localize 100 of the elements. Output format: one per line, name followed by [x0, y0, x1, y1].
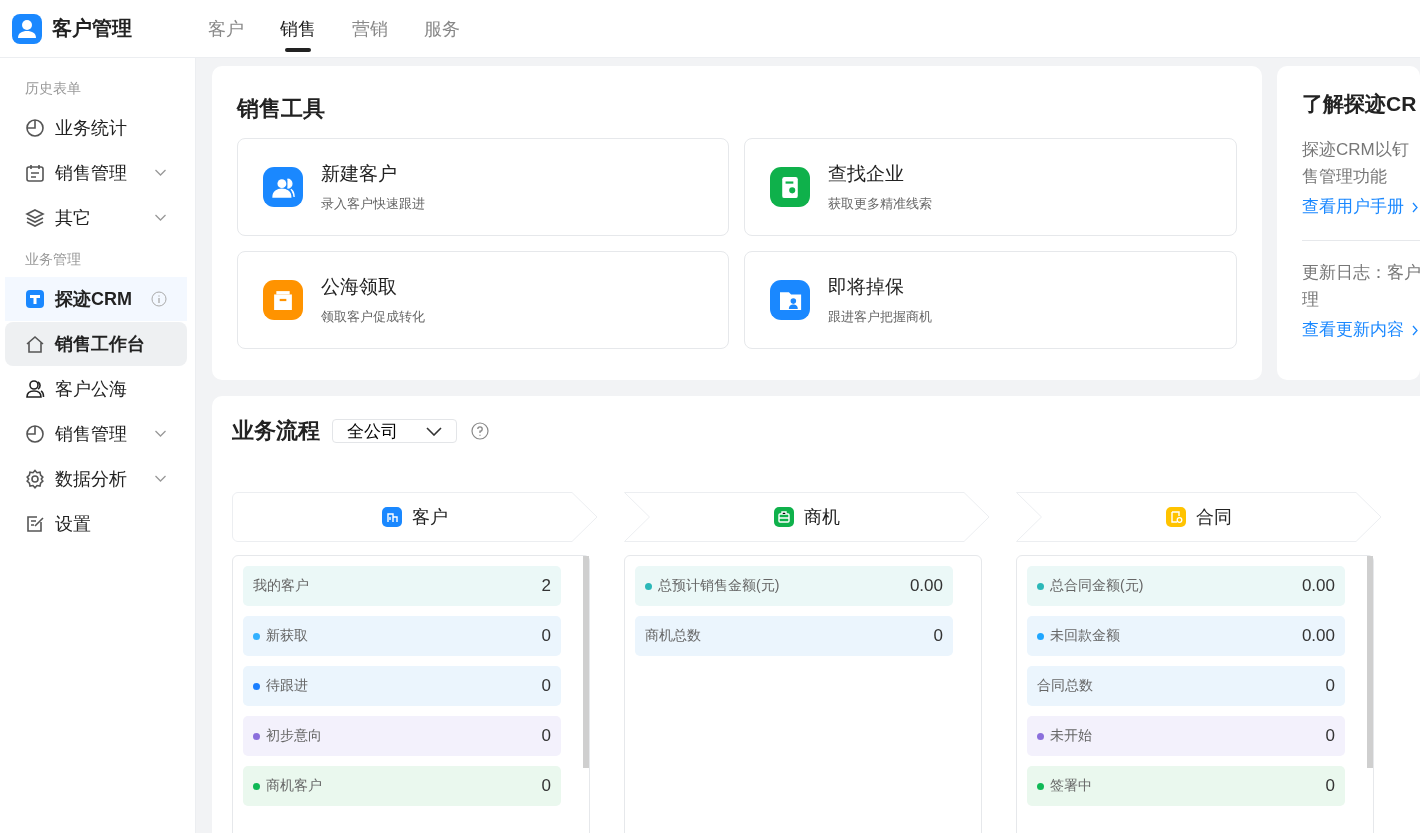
stage-name: 商机: [804, 506, 840, 529]
metric-label: 待跟进: [266, 677, 309, 695]
item-label: 销售管理: [55, 162, 128, 185]
tool-subtitle: 录入客户快速跟进: [321, 195, 425, 213]
pie-chart-icon: [25, 424, 45, 444]
sidebar-item[interactable]: 销售管理: [5, 151, 187, 195]
metric-row[interactable]: 未开始 0: [1027, 716, 1345, 756]
metric-label: 总合同金额(元): [1050, 577, 1145, 595]
sidebar-item[interactable]: 客户公海: [5, 367, 187, 411]
app-logo-icon: [12, 13, 42, 44]
nav-tab[interactable]: 营销: [352, 0, 388, 58]
briefcase-icon: [774, 507, 794, 527]
metric-row[interactable]: 待跟进 0: [243, 666, 561, 706]
metric-row[interactable]: 签署中 0: [1027, 766, 1345, 806]
tool-card[interactable]: 查找企业 获取更多精准线索: [744, 138, 1237, 236]
building-icon: [382, 507, 402, 527]
chevron-right-icon: [1412, 201, 1418, 213]
metric-row[interactable]: 合同总数 0: [1027, 666, 1345, 706]
manual-link[interactable]: 查看用户手册: [1302, 194, 1418, 220]
sidebar-item[interactable]: 探迹CRM: [5, 277, 187, 321]
folder-icon: [263, 280, 303, 320]
metric-label: 商机客户: [266, 777, 323, 795]
chevron-down-icon: [426, 426, 442, 436]
stage-name: 客户: [412, 506, 448, 529]
card-title: 了解探迹CR: [1302, 91, 1418, 117]
metric-value: 0: [1325, 776, 1335, 796]
folder-user-icon: [770, 280, 810, 320]
metric-value: 0.00: [1301, 626, 1335, 646]
chevron-down-icon[interactable]: [154, 475, 167, 483]
pie-chart-icon: [25, 118, 45, 138]
chevron-down-icon[interactable]: [154, 214, 167, 222]
home-icon: [25, 334, 45, 354]
item-label: 客户公海: [55, 378, 128, 401]
description-text: 探迹CRM以钉: [1302, 139, 1410, 161]
metric-row[interactable]: 新获取 0: [243, 616, 561, 656]
metric-value: 0: [1325, 726, 1335, 746]
metric-row[interactable]: 商机客户 0: [243, 766, 561, 806]
sidebar-item[interactable]: 数据分析: [5, 457, 187, 501]
stage-header[interactable]: 合同: [1016, 492, 1382, 542]
nav-tab[interactable]: 客户: [208, 0, 244, 58]
item-label: 探迹CRM: [55, 288, 133, 311]
chevron-right-icon: [1412, 324, 1418, 336]
metric-label: 合同总数: [1037, 677, 1094, 695]
sidebar-item[interactable]: 销售管理: [5, 412, 187, 456]
metric-row[interactable]: 总合同金额(元) 0.00: [1027, 566, 1345, 606]
metric-row[interactable]: 未回款金额 0.00: [1027, 616, 1345, 656]
tool-subtitle: 跟进客户把握商机: [828, 308, 932, 326]
sidebar-item[interactable]: 设置: [5, 502, 187, 546]
tool-title: 即将掉保: [828, 275, 905, 299]
app-logo-icon: [25, 289, 45, 309]
tool-card[interactable]: 即将掉保 跟进客户把握商机: [744, 251, 1237, 349]
stage-header[interactable]: 客户: [232, 492, 598, 542]
metric-value: 0: [541, 726, 551, 746]
metric-label: 未回款金额: [1050, 627, 1121, 645]
metric-value: 2: [541, 576, 551, 596]
user-icon: [25, 379, 45, 399]
help-icon[interactable]: [471, 422, 489, 440]
nav-tab[interactable]: 服务: [424, 0, 460, 58]
chevron-down-icon[interactable]: [154, 169, 167, 177]
metric-label: 初步意向: [266, 727, 323, 745]
sidebar-item[interactable]: 其它: [5, 196, 187, 240]
tool-card[interactable]: 公海领取 领取客户促成转化: [237, 251, 729, 349]
tool-subtitle: 获取更多精准线索: [828, 195, 932, 213]
tool-title: 查找企业: [828, 162, 905, 186]
tool-subtitle: 领取客户促成转化: [321, 308, 425, 326]
nav-tab[interactable]: 销售: [280, 0, 316, 58]
calendar-icon: [25, 163, 45, 183]
stage-name: 合同: [1196, 506, 1232, 529]
metric-label: 商机总数: [645, 627, 702, 645]
document-search-icon: [770, 167, 810, 207]
info-icon[interactable]: [151, 291, 167, 307]
metric-value: 0: [1325, 676, 1335, 696]
tool-card[interactable]: 新建客户 录入客户快速跟进: [237, 138, 729, 236]
section-heading: 业务管理: [24, 250, 82, 269]
metric-label: 我的客户: [253, 577, 310, 595]
changelog-link[interactable]: 查看更新内容: [1302, 317, 1418, 343]
stage-header[interactable]: 商机: [624, 492, 990, 542]
metric-label: 签署中: [1050, 777, 1093, 795]
item-label: 业务统计: [55, 117, 128, 140]
metric-row[interactable]: 商机总数 0: [635, 616, 953, 656]
sidebar-item[interactable]: 销售工作台: [5, 322, 187, 366]
gear-icon: [25, 469, 45, 489]
edit-icon: [25, 514, 45, 534]
tool-title: 公海领取: [321, 275, 398, 299]
item-label: 数据分析: [55, 468, 128, 491]
changelog-text: 更新日志：客户: [1302, 262, 1420, 284]
metric-row[interactable]: 我的客户 2: [243, 566, 561, 606]
scrollbar[interactable]: [1367, 556, 1373, 768]
card-title: 销售工具: [237, 95, 326, 123]
app-title: 客户管理: [52, 16, 132, 41]
metric-row[interactable]: 总预计销售金额(元) 0.00: [635, 566, 953, 606]
metric-row[interactable]: 初步意向 0: [243, 716, 561, 756]
scrollbar[interactable]: [583, 556, 589, 768]
metric-label: 新获取: [266, 627, 309, 645]
metric-value: 0: [541, 626, 551, 646]
scope-dropdown[interactable]: 全公司: [332, 419, 457, 443]
section-heading: 历史表单: [24, 79, 82, 98]
chevron-down-icon[interactable]: [154, 430, 167, 438]
item-label: 其它: [55, 207, 92, 230]
sidebar-item[interactable]: 业务统计: [5, 106, 187, 150]
